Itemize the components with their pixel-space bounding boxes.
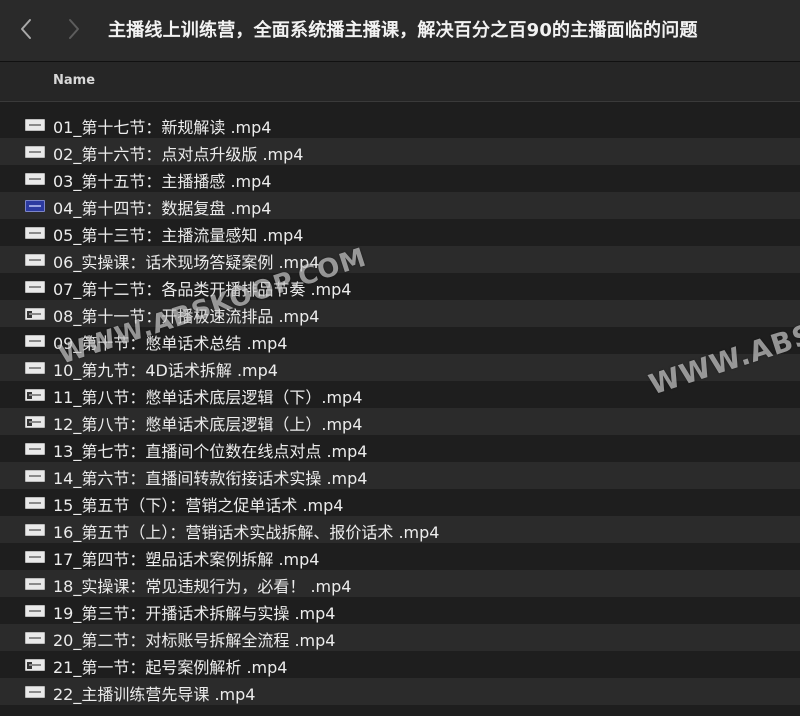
- video-file-icon: [25, 551, 45, 563]
- file-row[interactable]: 21_第一节：起号案例解析 .mp4: [0, 651, 800, 678]
- file-name: 11_第八节：憋单话术底层逻辑（下）.mp4: [53, 388, 363, 407]
- file-name: 07_第十二节：各品类开播排品节奏 .mp4: [53, 280, 352, 299]
- file-row[interactable]: 11_第八节：憋单话术底层逻辑（下）.mp4: [0, 381, 800, 408]
- file-row[interactable]: 05_第十三节：主播流量感知 .mp4: [0, 219, 800, 246]
- video-file-icon: [25, 362, 45, 374]
- file-list: 01_第十七节：新规解读 .mp4 02_第十六节：点对点升级版 .mp4 03_第…: [0, 111, 800, 705]
- file-row[interactable]: 04_第十四节：数据复盘 .mp4: [0, 192, 800, 219]
- file-name: 06_实操课：话术现场答疑案例 .mp4: [53, 253, 320, 272]
- file-name: 01_第十七节：新规解读 .mp4: [53, 118, 272, 137]
- file-row[interactable]: 17_第四节：塑品话术案例拆解 .mp4: [0, 543, 800, 570]
- file-row[interactable]: 03_第十五节：主播播感 .mp4: [0, 165, 800, 192]
- file-name: 19_第三节：开播话术拆解与实操 .mp4: [53, 604, 336, 623]
- video-file-icon: [25, 497, 45, 509]
- file-row[interactable]: 20_第二节：对标账号拆解全流程 .mp4: [0, 624, 800, 651]
- video-file-icon: [25, 227, 45, 239]
- file-name: 09_第十节：憋单话术总结 .mp4: [53, 334, 288, 353]
- file-row[interactable]: 22_主播训练营先导课 .mp4: [0, 678, 800, 705]
- file-name: 17_第四节：塑品话术案例拆解 .mp4: [53, 550, 320, 569]
- file-row[interactable]: 01_第十七节：新规解读 .mp4: [0, 111, 800, 138]
- file-row[interactable]: 06_实操课：话术现场答疑案例 .mp4: [0, 246, 800, 273]
- video-file-icon: [25, 389, 45, 401]
- window-title: 主播线上训练营，全面系统播主播课，解决百分之百90的主播面临的问题: [108, 20, 698, 41]
- video-file-icon: [25, 119, 45, 131]
- video-file-icon: [25, 335, 45, 347]
- video-file-icon: [25, 308, 45, 320]
- file-name: 20_第二节：对标账号拆解全流程 .mp4: [53, 631, 336, 650]
- file-row[interactable]: 08_第十一节：开播极速流排品 .mp4: [0, 300, 800, 327]
- file-row[interactable]: 14_第六节：直播间转款衔接话术实操 .mp4: [0, 462, 800, 489]
- file-row[interactable]: 12_第八节：憋单话术底层逻辑（上）.mp4: [0, 408, 800, 435]
- video-file-icon: [25, 470, 45, 482]
- file-name: 03_第十五节：主播播感 .mp4: [53, 172, 272, 191]
- file-name: 02_第十六节：点对点升级版 .mp4: [53, 145, 304, 164]
- file-row[interactable]: 13_第七节：直播间个位数在线点对点 .mp4: [0, 435, 800, 462]
- file-name: 22_主播训练营先导课 .mp4: [53, 685, 256, 704]
- file-row[interactable]: 16_第五节（上）：营销话术实战拆解、报价话术 .mp4: [0, 516, 800, 543]
- video-file-icon: [25, 416, 45, 428]
- file-row[interactable]: 02_第十六节：点对点升级版 .mp4: [0, 138, 800, 165]
- file-name: 10_第九节：4D话术拆解 .mp4: [53, 361, 278, 380]
- video-file-icon: [25, 200, 45, 212]
- video-file-icon: [25, 659, 45, 671]
- video-file-icon: [25, 632, 45, 644]
- finder-window: 主播线上训练营，全面系统播主播课，解决百分之百90的主播面临的问题 Name 0…: [0, 0, 800, 716]
- file-row[interactable]: 07_第十二节：各品类开播排品节奏 .mp4: [0, 273, 800, 300]
- list-header: Name: [0, 62, 800, 102]
- file-row[interactable]: 19_第三节：开播话术拆解与实操 .mp4: [0, 597, 800, 624]
- file-name: 18_实操课：常见违规行为，必看！ .mp4: [53, 577, 352, 596]
- forward-button[interactable]: [60, 14, 88, 44]
- video-file-icon: [25, 146, 45, 158]
- file-name: 21_第一节：起号案例解析 .mp4: [53, 658, 288, 677]
- file-name: 13_第七节：直播间个位数在线点对点 .mp4: [53, 442, 368, 461]
- chevron-right-icon: [69, 19, 79, 39]
- back-button[interactable]: [12, 14, 40, 44]
- file-name: 16_第五节（上）：营销话术实战拆解、报价话术 .mp4: [53, 523, 440, 542]
- video-file-icon: [25, 686, 45, 698]
- file-row[interactable]: 15_第五节（下）：营销之促单话术 .mp4: [0, 489, 800, 516]
- video-file-icon: [25, 524, 45, 536]
- file-name: 14_第六节：直播间转款衔接话术实操 .mp4: [53, 469, 368, 488]
- video-file-icon: [25, 254, 45, 266]
- column-header-name[interactable]: Name: [53, 73, 95, 88]
- file-name: 08_第十一节：开播极速流排品 .mp4: [53, 307, 320, 326]
- file-row[interactable]: 18_实操课：常见违规行为，必看！ .mp4: [0, 570, 800, 597]
- video-file-icon: [25, 173, 45, 185]
- chevron-left-icon: [21, 19, 31, 39]
- file-name: 12_第八节：憋单话术底层逻辑（上）.mp4: [53, 415, 363, 434]
- video-file-icon: [25, 605, 45, 617]
- file-name: 04_第十四节：数据复盘 .mp4: [53, 199, 272, 218]
- video-file-icon: [25, 443, 45, 455]
- file-name: 05_第十三节：主播流量感知 .mp4: [53, 226, 304, 245]
- file-name: 15_第五节（下）：营销之促单话术 .mp4: [53, 496, 344, 515]
- toolbar: 主播线上训练营，全面系统播主播课，解决百分之百90的主播面临的问题: [0, 0, 800, 62]
- file-row[interactable]: 10_第九节：4D话术拆解 .mp4: [0, 354, 800, 381]
- video-file-icon: [25, 281, 45, 293]
- file-row[interactable]: 09_第十节：憋单话术总结 .mp4: [0, 327, 800, 354]
- video-file-icon: [25, 578, 45, 590]
